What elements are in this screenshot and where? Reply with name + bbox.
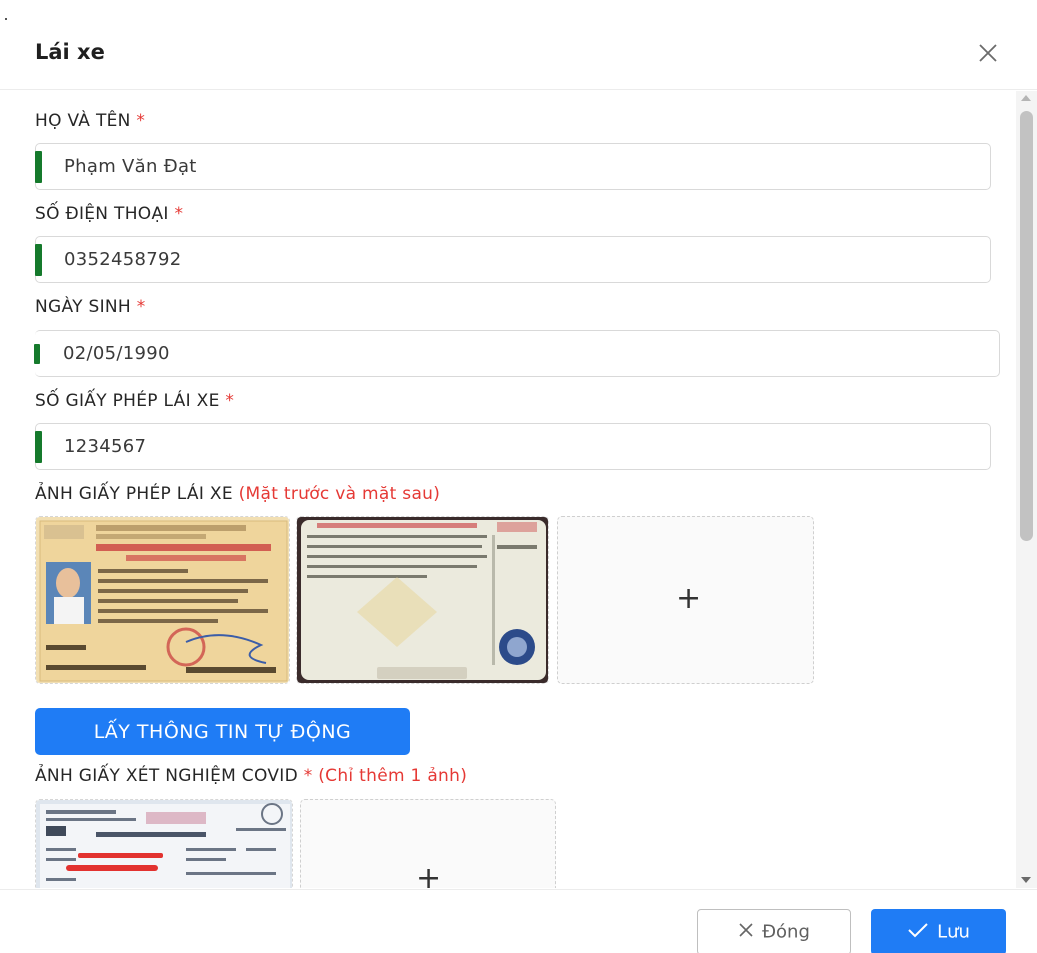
field-indicator (35, 244, 42, 276)
add-license-photo-button[interactable]: + (557, 516, 814, 684)
birth-date-field[interactable] (34, 330, 1000, 377)
phone-input[interactable] (64, 237, 875, 282)
covid-photo-label: ẢNH GIẤY XÉT NGHIỆM COVID * (Chỉ thêm 1 … (35, 766, 468, 786)
full-name-label: HỌ VÀ TÊN * (35, 111, 146, 131)
auto-fill-button[interactable]: LẤY THÔNG TIN TỰ ĐỘNG (35, 708, 410, 755)
add-covid-photo-button[interactable]: + (300, 799, 556, 888)
field-indicator (34, 344, 40, 364)
license-photos-label: ẢNH GIẤY PHÉP LÁI XE (Mặt trước và mặt s… (35, 484, 441, 504)
field-indicator (35, 151, 42, 183)
license-number-field[interactable] (35, 423, 991, 470)
license-front-image[interactable] (35, 516, 290, 684)
modal-body[interactable]: HỌ VÀ TÊN * SỐ ĐIỆN THOẠI * NGÀY SINH * … (0, 91, 1020, 888)
birth-date-label: NGÀY SINH * (35, 297, 146, 317)
plus-icon: + (416, 861, 442, 889)
scroll-up-arrow-icon[interactable] (1021, 95, 1031, 101)
check-icon (907, 922, 929, 943)
license-number-input[interactable] (64, 424, 875, 469)
phone-label: SỐ ĐIỆN THOẠI * (35, 204, 184, 224)
modal-title: Lái xe (35, 40, 105, 64)
full-name-input[interactable] (64, 144, 875, 189)
close-icon[interactable] (975, 40, 1001, 66)
save-button[interactable]: Lưu (871, 909, 1006, 953)
modal-header: Lái xe (0, 0, 1037, 90)
phone-field[interactable] (35, 236, 991, 283)
scrollbar[interactable] (1016, 91, 1037, 888)
covid-test-image[interactable] (35, 799, 293, 888)
scroll-down-arrow-icon[interactable] (1021, 877, 1031, 883)
field-indicator (35, 431, 42, 463)
license-back-image[interactable] (296, 516, 549, 684)
modal-footer: Đóng Lưu (0, 889, 1037, 953)
license-number-label: SỐ GIẤY PHÉP LÁI XE * (35, 391, 235, 411)
full-name-field[interactable] (35, 143, 991, 190)
scroll-thumb[interactable] (1020, 111, 1033, 541)
close-button[interactable]: Đóng (697, 909, 851, 953)
close-icon (738, 922, 754, 943)
birth-date-input[interactable] (63, 331, 883, 376)
plus-icon: + (676, 581, 702, 616)
